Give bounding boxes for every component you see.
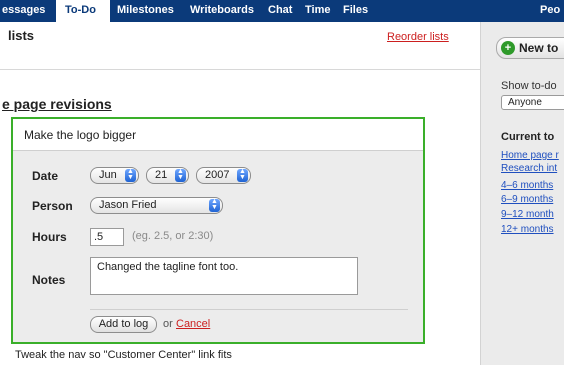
notes-textarea[interactable]: Changed the tagline font too. — [90, 257, 358, 295]
todo-list-item[interactable]: Tweak the nav so "Customer Center" link … — [15, 349, 232, 361]
current-list-link[interactable]: 4–6 months — [501, 180, 553, 191]
todo-item-field: Make the logo bigger — [13, 119, 423, 151]
tab-chat[interactable]: Chat — [268, 0, 298, 22]
tab-messages[interactable]: essages — [0, 0, 56, 22]
reorder-lists-link[interactable]: Reorder lists — [387, 31, 449, 43]
current-list-link[interactable]: 9–12 month — [501, 209, 554, 220]
responsible-filter-select[interactable]: Anyone — [501, 95, 564, 110]
current-todos-heading: Current to — [501, 131, 555, 143]
time-entry-form: Make the logo bigger Date Jun ▲ ▼ 21 ▲ ▼ 2… — [11, 117, 425, 344]
current-list-link[interactable]: Home page r — [501, 150, 559, 161]
month-value: Jun — [99, 169, 117, 181]
top-nav-bar: essages To-Do Milestones Writeboards Cha… — [0, 0, 564, 22]
month-select[interactable]: Jun ▲ ▼ — [90, 167, 139, 184]
tab-people[interactable]: Peo — [540, 0, 564, 22]
person-label: Person — [32, 199, 73, 213]
select-arrow-icon: ▲ ▼ — [175, 168, 186, 182]
date-label: Date — [32, 169, 59, 183]
tab-milestones[interactable]: Milestones — [117, 0, 181, 22]
hours-label: Hours — [32, 230, 67, 244]
day-select[interactable]: 21 ▲ ▼ — [146, 167, 189, 184]
day-value: 21 — [155, 169, 168, 181]
list-title-link[interactable]: e page revisions — [2, 96, 112, 112]
person-select[interactable]: Jason Fried ▲ ▼ — [90, 197, 223, 214]
year-value: 2007 — [205, 169, 230, 181]
plus-icon: + — [501, 41, 515, 55]
tab-time[interactable]: Time — [305, 0, 335, 22]
todo-item-text: Make the logo bigger — [24, 128, 137, 142]
year-select[interactable]: 2007 ▲ ▼ — [196, 167, 251, 184]
tab-files[interactable]: Files — [343, 0, 373, 22]
current-list-link[interactable]: 12+ months — [501, 224, 554, 235]
person-value: Jason Fried — [99, 199, 157, 211]
page-title: lists — [8, 28, 35, 43]
tab-todo[interactable]: To-Do — [56, 0, 110, 22]
cancel-link[interactable]: Cancel — [176, 318, 210, 330]
current-list-link[interactable]: Research int — [501, 163, 557, 174]
select-arrow-icon: ▲ ▼ — [237, 168, 248, 182]
notes-label: Notes — [32, 273, 66, 287]
hours-input[interactable]: .5 — [90, 228, 124, 246]
new-todo-button[interactable]: + New to — [496, 37, 564, 59]
new-todo-label: New to — [519, 41, 559, 55]
show-todos-label: Show to-do — [501, 80, 557, 92]
form-divider — [90, 309, 408, 310]
current-list-link[interactable]: 6–9 months — [501, 194, 553, 205]
hours-hint: (eg. 2.5, or 2:30) — [132, 230, 214, 242]
or-text: or — [163, 318, 173, 330]
select-arrow-icon: ▲ ▼ — [209, 198, 220, 212]
tab-writeboards[interactable]: Writeboards — [190, 0, 260, 22]
add-to-log-button[interactable]: Add to log — [90, 316, 157, 333]
select-arrow-icon: ▲ ▼ — [125, 168, 136, 182]
lists-header — [0, 22, 480, 70]
